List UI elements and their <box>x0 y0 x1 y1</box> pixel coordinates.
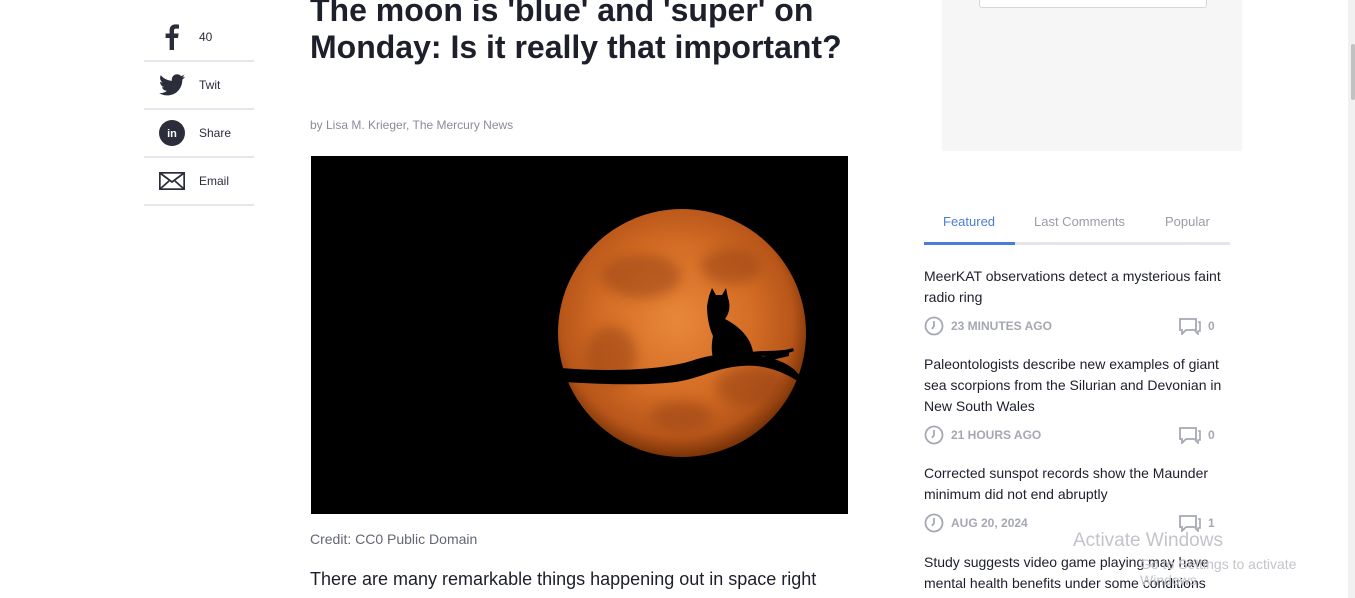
active-tab-indicator <box>924 242 1015 245</box>
news-item-time: 21 HOURS AGO <box>951 428 1042 442</box>
comments-icon <box>1179 317 1201 338</box>
twitter-share-label: Twit <box>199 78 221 92</box>
email-share-button[interactable]: Email <box>144 158 254 206</box>
twitter-icon <box>158 71 186 99</box>
news-item[interactable]: MeerKAT observations detect a mysterious… <box>924 266 1234 339</box>
activate-windows-subtext: Go to Settings to activate Windows. <box>1140 556 1297 588</box>
news-item-time: AUG 20, 2024 <box>951 516 1028 530</box>
news-item-title[interactable]: Corrected sunspot records show the Maund… <box>924 463 1234 505</box>
news-item[interactable]: Corrected sunspot records show the Maund… <box>924 463 1234 536</box>
comments-icon <box>1179 426 1201 447</box>
linkedin-share-label: Share <box>199 126 232 140</box>
article-lead-paragraph: There are many remarkable things happeni… <box>310 569 817 589</box>
news-item-meta: 23 MINUTES AGO 0 <box>924 316 1234 339</box>
ad-container <box>942 0 1242 151</box>
facebook-share-count: 40 <box>199 30 213 44</box>
article-image <box>311 156 848 514</box>
svg-text:in: in <box>167 128 177 140</box>
activate-windows-watermark: Activate Windows <box>1073 530 1223 551</box>
news-item-comment-count: 0 <box>1208 319 1215 333</box>
linkedin-icon: in <box>158 119 186 147</box>
linkedin-share-button[interactable]: in Share <box>144 110 254 158</box>
facebook-icon <box>158 23 186 51</box>
news-item-comment-count: 0 <box>1208 428 1215 442</box>
scrollbar-thumb[interactable] <box>1351 44 1355 100</box>
share-bar: 40 Twit in Share Email <box>144 14 254 206</box>
twitter-share-button[interactable]: Twit <box>144 62 254 110</box>
sidebar-tabs: Featured Last Comments Popular <box>924 206 1230 245</box>
ad-input-box[interactable] <box>979 0 1207 8</box>
clock-icon <box>924 425 944 448</box>
tab-featured[interactable]: Featured <box>943 214 995 229</box>
news-item-title[interactable]: MeerKAT observations detect a mysterious… <box>924 266 1234 308</box>
image-credit: Credit: CC0 Public Domain <box>310 531 478 547</box>
article-headline: The moon is 'blue' and 'super' on Monday… <box>310 0 842 65</box>
clock-icon <box>924 316 944 339</box>
tab-last-comments[interactable]: Last Comments <box>1034 214 1125 229</box>
news-item-meta: 21 HOURS AGO 0 <box>924 425 1234 448</box>
facebook-share-button[interactable]: 40 <box>144 14 254 62</box>
news-item-title[interactable]: Paleontologists describe new examples of… <box>924 354 1234 417</box>
news-item-comment-count: 1 <box>1208 516 1215 530</box>
news-item-time: 23 MINUTES AGO <box>951 319 1052 333</box>
clock-icon <box>924 513 944 536</box>
email-icon <box>158 167 186 195</box>
email-share-label: Email <box>199 174 230 188</box>
tab-popular[interactable]: Popular <box>1165 214 1210 229</box>
article-byline: by Lisa M. Krieger, The Mercury News <box>310 118 514 132</box>
news-item[interactable]: Paleontologists describe new examples of… <box>924 354 1234 448</box>
